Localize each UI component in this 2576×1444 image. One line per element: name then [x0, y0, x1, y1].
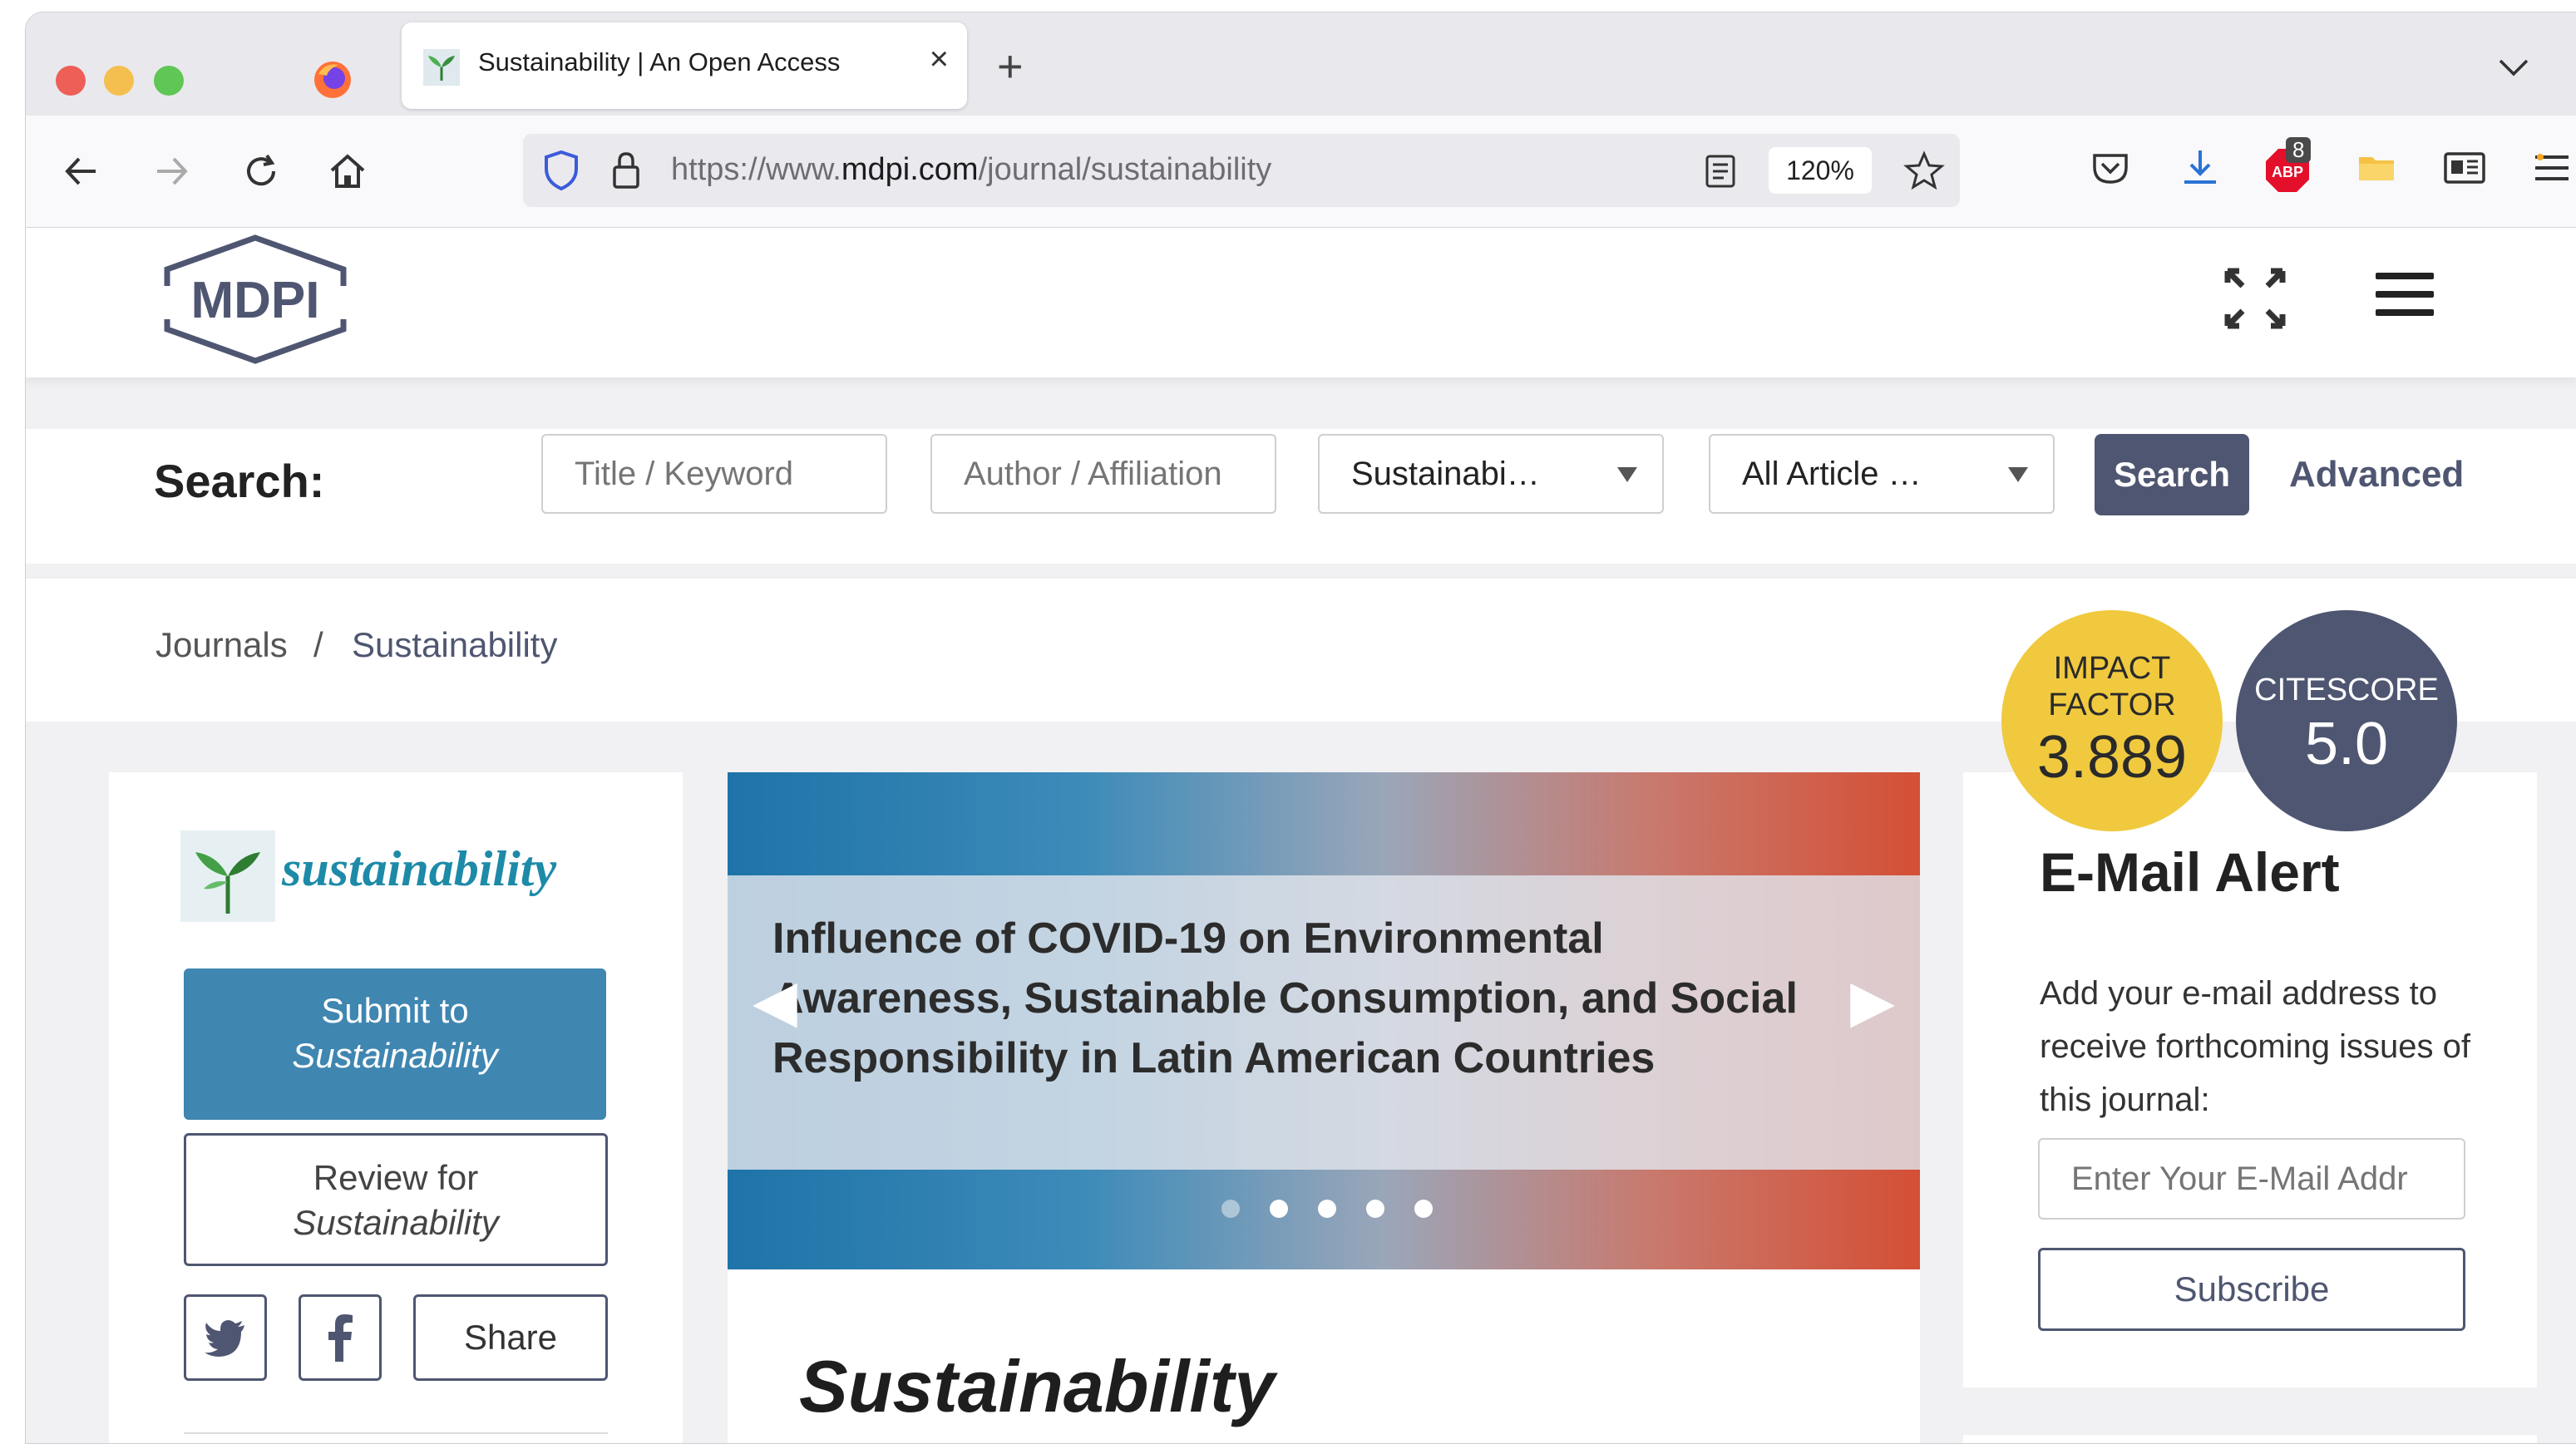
- breadcrumb-separator: /: [313, 625, 323, 664]
- journal-select[interactable]: Sustainabi…: [1318, 434, 1664, 514]
- home-icon[interactable]: [325, 149, 370, 194]
- search-bar: Search: Sustainabi… All Article … Search…: [26, 429, 2576, 564]
- sidebar-divider: [184, 1432, 608, 1434]
- sustainability-favicon-icon: [423, 49, 460, 86]
- slide-caption-box: Influence of COVID-19 on Environmental A…: [728, 875, 1920, 1170]
- address-bar[interactable]: https://www.mdpi.com/journal/sustainabil…: [523, 134, 1960, 207]
- title-keyword-input[interactable]: [541, 434, 887, 514]
- tab-title: Sustainability | An Open Access: [478, 47, 841, 76]
- search-label: Search:: [154, 455, 325, 507]
- impact-factor-label-2: FACTOR: [2048, 688, 2176, 722]
- share-button[interactable]: Share: [413, 1294, 608, 1381]
- submit-line-2: Sustainability: [292, 1036, 498, 1075]
- citescore-badge[interactable]: CITESCORE 5.0: [2236, 610, 2457, 831]
- breadcrumb-journals[interactable]: Journals: [155, 625, 288, 665]
- slider-next-arrow-icon[interactable]: ▶: [1850, 972, 1895, 1030]
- slider-dots: [1221, 1200, 1463, 1222]
- reader-view-icon[interactable]: [1704, 154, 1737, 189]
- menu-icon[interactable]: [2529, 145, 2574, 190]
- sustainability-leaf-icon: [180, 830, 275, 922]
- svg-text:ABP: ABP: [2272, 164, 2303, 180]
- close-tab-icon[interactable]: ×: [930, 42, 949, 76]
- back-arrow-icon[interactable]: [59, 149, 104, 194]
- reload-icon[interactable]: [239, 149, 284, 194]
- tab-sustainability[interactable]: Sustainability | An Open Access ×: [402, 22, 967, 109]
- review-line-2: Sustainability: [293, 1203, 499, 1242]
- sustainability-wordmark: sustainability: [282, 841, 557, 896]
- url-domain: mdpi.com: [841, 152, 979, 187]
- search-button[interactable]: Search: [2095, 434, 2249, 515]
- downloads-icon[interactable]: [2178, 145, 2223, 190]
- twitter-share-button[interactable]: [184, 1294, 267, 1381]
- fullscreen-expand-icon[interactable]: [2223, 266, 2287, 331]
- url-path: /journal/sustainability: [978, 152, 1272, 187]
- slider-prev-arrow-icon[interactable]: ◀: [753, 972, 797, 1030]
- slider-dot[interactable]: [1270, 1200, 1288, 1218]
- main-content: Influence of COVID-19 on Environmental A…: [728, 772, 1920, 1443]
- extension-badge-count: 8: [2286, 137, 2312, 163]
- url-prefix: https://www.: [671, 152, 841, 187]
- impact-factor-label-1: IMPACT: [2053, 651, 2171, 686]
- browser-window: Sustainability | An Open Access × + http…: [25, 12, 2576, 1444]
- web-page: MDPI Search: Sustainabi… All Article …: [26, 228, 2576, 1443]
- tab-list-chevron-icon[interactable]: [2497, 56, 2530, 81]
- breadcrumb-sustainability[interactable]: Sustainability: [352, 625, 557, 665]
- slider-dot[interactable]: [1414, 1200, 1433, 1218]
- subscribe-button[interactable]: Subscribe: [2038, 1248, 2465, 1331]
- facebook-icon: [328, 1314, 353, 1362]
- review-line-1: Review for: [313, 1158, 479, 1197]
- citescore-value: 5.0: [2304, 711, 2389, 777]
- impact-factor-badge[interactable]: IMPACT FACTOR 3.889: [2001, 610, 2223, 831]
- article-type-select[interactable]: All Article …: [1709, 434, 2055, 514]
- journal-select-caret-icon: [1617, 467, 1637, 482]
- submit-to-sustainability-button[interactable]: Submit to Sustainability: [184, 968, 606, 1120]
- zoom-level-button[interactable]: 120%: [1769, 147, 1872, 194]
- lock-icon[interactable]: [609, 150, 643, 190]
- review-for-sustainability-button[interactable]: Review for Sustainability: [184, 1133, 608, 1266]
- email-alert-title: E-Mail Alert: [2040, 841, 2340, 903]
- bookmark-star-icon[interactable]: [1903, 150, 1945, 190]
- email-input[interactable]: [2038, 1138, 2465, 1220]
- slide-title[interactable]: Influence of COVID-19 on Environmental A…: [772, 909, 1804, 1088]
- close-window-button[interactable]: [56, 66, 86, 96]
- article-type-caret-icon: [2008, 467, 2028, 482]
- right-column-next-card: [1963, 1435, 2537, 1443]
- twitter-icon: [205, 1320, 244, 1357]
- new-tab-button[interactable]: +: [997, 44, 1024, 89]
- navigation-toolbar: https://www.mdpi.com/journal/sustainabil…: [26, 116, 2576, 228]
- forward-arrow-icon[interactable]: [149, 149, 194, 194]
- site-header: MDPI: [26, 228, 2576, 377]
- journal-title: Sustainability: [799, 1345, 1276, 1427]
- tracking-protection-shield-icon[interactable]: [541, 149, 581, 192]
- slider-dot[interactable]: [1221, 1200, 1240, 1218]
- slider-dot[interactable]: [1318, 1200, 1336, 1218]
- tab-strip: Sustainability | An Open Access × +: [26, 12, 2576, 116]
- submit-line-1: Submit to: [321, 991, 469, 1030]
- folder-icon[interactable]: [2354, 145, 2399, 190]
- zoom-window-button[interactable]: [154, 66, 184, 96]
- article-type-select-value: All Article …: [1742, 456, 1922, 492]
- url-text[interactable]: https://www.mdpi.com/journal/sustainabil…: [671, 152, 1271, 188]
- mdpi-logo[interactable]: MDPI: [155, 233, 355, 366]
- hamburger-menu-icon[interactable]: [2376, 273, 2434, 319]
- impact-factor-value: 3.889: [2036, 724, 2188, 791]
- email-alert-description: Add your e-mail address to receive forth…: [2040, 975, 2471, 1118]
- facebook-share-button[interactable]: [299, 1294, 382, 1381]
- pocket-icon[interactable]: [2088, 145, 2133, 190]
- mdpi-logo-text: MDPI: [191, 272, 320, 329]
- email-alert-panel: E-Mail Alert Add your e-mail address to …: [1963, 772, 2537, 1387]
- adblock-plus-extension-button[interactable]: ABP 8: [2264, 137, 2317, 194]
- reading-list-icon[interactable]: [2442, 145, 2487, 190]
- author-affiliation-input[interactable]: [930, 434, 1276, 514]
- slider-dot[interactable]: [1366, 1200, 1384, 1218]
- advanced-search-link[interactable]: Advanced: [2289, 454, 2464, 495]
- citescore-label: CITESCORE: [2254, 673, 2439, 707]
- journal-sidebar: sustainability Submit to Sustainability …: [109, 772, 683, 1443]
- journal-select-value: Sustainabi…: [1351, 456, 1540, 492]
- featured-slider[interactable]: Influence of COVID-19 on Environmental A…: [728, 772, 1920, 1269]
- minimize-window-button[interactable]: [104, 66, 134, 96]
- firefox-icon: [314, 62, 351, 98]
